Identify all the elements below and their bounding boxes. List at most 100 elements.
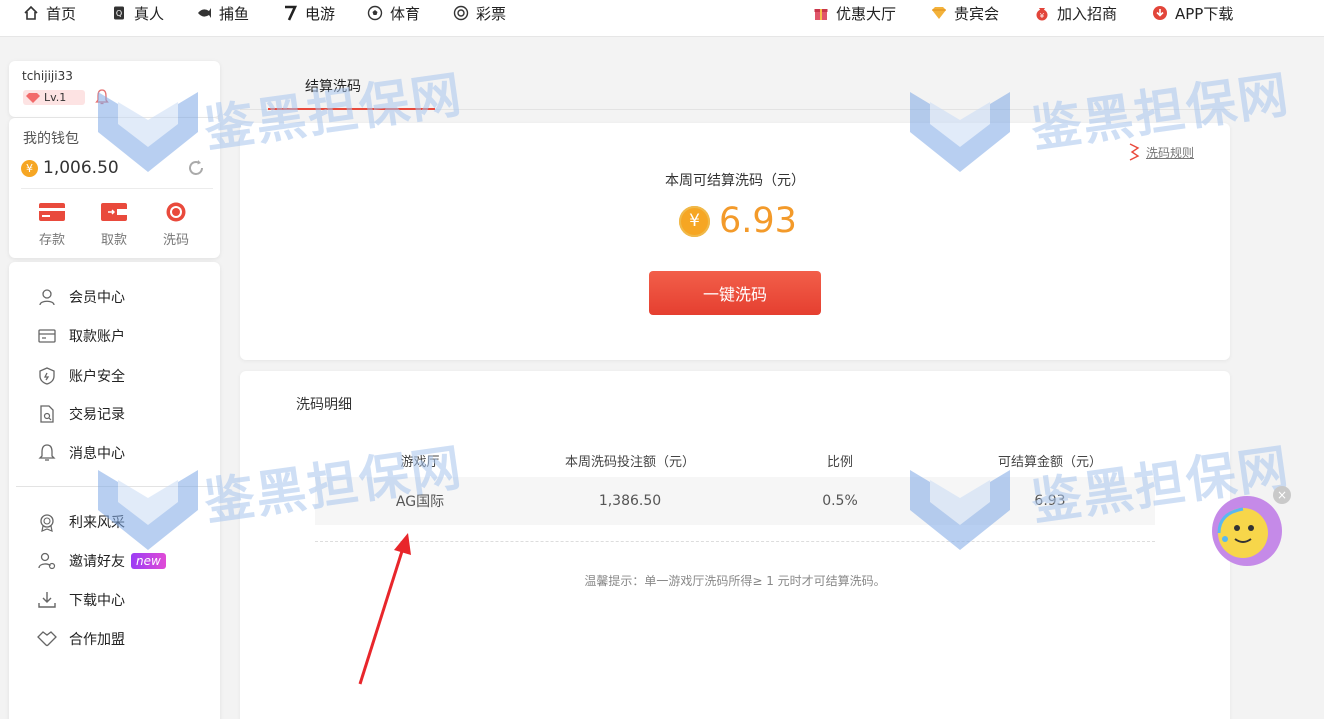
nav-label: 加入招商 (1057, 4, 1118, 23)
nav-label: 捕鱼 (219, 4, 250, 23)
deposit-button[interactable]: 存款 (30, 201, 74, 248)
detail-title: 洗码明细 (296, 397, 352, 413)
close-icon[interactable]: × (1273, 486, 1291, 504)
soccer-ball-icon (366, 4, 384, 22)
home-icon (22, 4, 40, 22)
slot-seven-icon (281, 4, 299, 22)
wallet-balance: ¥ 1,006.50 (21, 158, 119, 178)
settle-card: 洗码规则 本周可结算洗码（元） ¥ 6.93 一键洗码 (240, 123, 1230, 360)
table-row: AG国际 1,386.50 0.5% 6.93 (315, 477, 1155, 525)
divider (16, 486, 220, 487)
fish-icon (195, 4, 213, 22)
withdraw-wallet-icon (101, 203, 127, 221)
member-menu: 会员中心 取款账户 账户安全 交易记录 消息中心 利来风采 邀请好友 new 下… (9, 262, 220, 719)
vip-diamond-icon (930, 4, 948, 22)
table-cell: 0.5% (822, 493, 858, 509)
withdraw-button[interactable]: 取款 (92, 201, 136, 248)
menu-item-invite-friends[interactable]: 邀请好友 new (37, 549, 166, 573)
nav-label: 体育 (390, 4, 421, 23)
svg-text:Q: Q (116, 9, 122, 18)
menu-label: 交易记录 (69, 407, 125, 423)
withdraw-label: 取款 (100, 233, 127, 248)
nav-label: APP下载 (1175, 4, 1234, 23)
table-header: 游戏厅 本周洗码投注额（元） 比例 可结算金额（元） (315, 443, 1155, 477)
rules-icon (1129, 143, 1140, 161)
record-document-icon (40, 405, 54, 423)
gem-icon (26, 92, 40, 103)
table-cell: AG国际 (395, 494, 445, 510)
rebate-detail-card: 洗码明细 游戏厅 本周洗码投注额（元） 比例 可结算金额（元） AG国际 1,3… (240, 371, 1230, 719)
wallet-balance-value: 1,006.50 (43, 158, 119, 178)
gift-icon (812, 4, 830, 22)
table-cell: 1,386.50 (598, 493, 662, 509)
rebate-tip: 温馨提示：单一游戏厅洗码所得≥ 1 元时才可结算洗码。 (584, 574, 886, 588)
divider (315, 541, 1155, 542)
lottery-ball-icon (452, 4, 470, 22)
top-nav-bar: 首页 Q 真人 捕鱼 电游 体育 彩票 优惠大厅 贵宾会 ¥ 加入招商 APP下… (0, 0, 1324, 37)
rebate-button[interactable]: 洗码 (154, 201, 198, 248)
active-tab-indicator (268, 108, 435, 110)
level-badge: Lv.1 (23, 90, 85, 105)
menu-item-partnership[interactable]: 合作加盟 (37, 627, 125, 651)
menu-item-account-security[interactable]: 账户安全 (37, 364, 125, 388)
nav-app-download[interactable]: APP下载 (1151, 0, 1233, 26)
svg-text:¥: ¥ (1040, 12, 1045, 20)
menu-item-withdraw-account[interactable]: 取款账户 (37, 324, 125, 348)
user-icon (39, 289, 55, 306)
nav-slots[interactable]: 电游 (281, 0, 335, 26)
bell-icon (38, 444, 56, 461)
nav-label: 贵宾会 (954, 4, 1000, 23)
nav-label: 电游 (305, 4, 336, 23)
nav-label: 彩票 (476, 4, 507, 23)
shield-icon (39, 367, 55, 385)
menu-label: 取款账户 (69, 329, 125, 345)
column-header: 可结算金额（元） (997, 454, 1102, 470)
bank-account-icon (38, 329, 56, 343)
menu-label: 合作加盟 (69, 632, 125, 648)
nav-sports[interactable]: 体育 (366, 0, 420, 26)
rebate-chip-icon (166, 202, 186, 222)
bell-icon[interactable] (94, 88, 110, 106)
one-click-rebate-button[interactable]: 一键洗码 (649, 271, 821, 315)
wallet-title: 我的钱包 (23, 131, 79, 147)
invite-user-icon (38, 552, 56, 570)
rebate-label: 洗码 (162, 233, 189, 248)
nav-lottery[interactable]: 彩票 (452, 0, 506, 26)
menu-item-member-center[interactable]: 会员中心 (37, 285, 125, 309)
column-header: 比例 (826, 454, 853, 470)
divider (21, 188, 213, 189)
card-icon: Q (110, 4, 128, 22)
rebate-rules-link[interactable]: 洗码规则 (1126, 143, 1194, 161)
download-icon (1151, 4, 1169, 22)
settle-amount: ¥ 6.93 (679, 201, 797, 241)
nav-home[interactable]: 首页 (22, 0, 76, 26)
menu-label: 利来风采 (69, 515, 125, 531)
menu-label: 下载中心 (69, 593, 125, 609)
menu-item-transaction-records[interactable]: 交易记录 (37, 402, 125, 426)
menu-label: 会员中心 (69, 290, 125, 306)
tab-settle-rebate[interactable]: 结算洗码 (305, 76, 361, 96)
customer-service-mascot[interactable] (1211, 495, 1283, 567)
menu-label: 邀请好友 (69, 554, 125, 570)
nav-live[interactable]: Q 真人 (110, 0, 164, 26)
nav-vip[interactable]: 贵宾会 (930, 0, 999, 26)
medal-icon (40, 514, 54, 532)
yuan-coin-icon: ¥ (679, 205, 710, 237)
nav-join-agent[interactable]: ¥ 加入招商 (1033, 0, 1117, 26)
nav-label: 真人 (134, 4, 165, 23)
rules-link-label: 洗码规则 (1146, 145, 1195, 160)
refresh-icon[interactable] (186, 158, 206, 178)
level-text: Lv.1 (44, 91, 67, 104)
username: tchijiji33 (22, 69, 73, 83)
deposit-label: 存款 (38, 233, 65, 248)
menu-item-showcase[interactable]: 利来风采 (37, 510, 125, 534)
menu-item-message-center[interactable]: 消息中心 (37, 441, 125, 465)
money-bag-icon: ¥ (1033, 4, 1051, 22)
menu-item-download-center[interactable]: 下载中心 (37, 588, 125, 612)
nav-label: 首页 (46, 4, 77, 23)
new-badge: new (131, 553, 166, 569)
settle-amount-label: 本周可结算洗码（元） (665, 173, 805, 189)
menu-label: 账户安全 (69, 369, 125, 385)
nav-promotions[interactable]: 优惠大厅 (812, 0, 896, 26)
nav-fishing[interactable]: 捕鱼 (195, 0, 249, 26)
